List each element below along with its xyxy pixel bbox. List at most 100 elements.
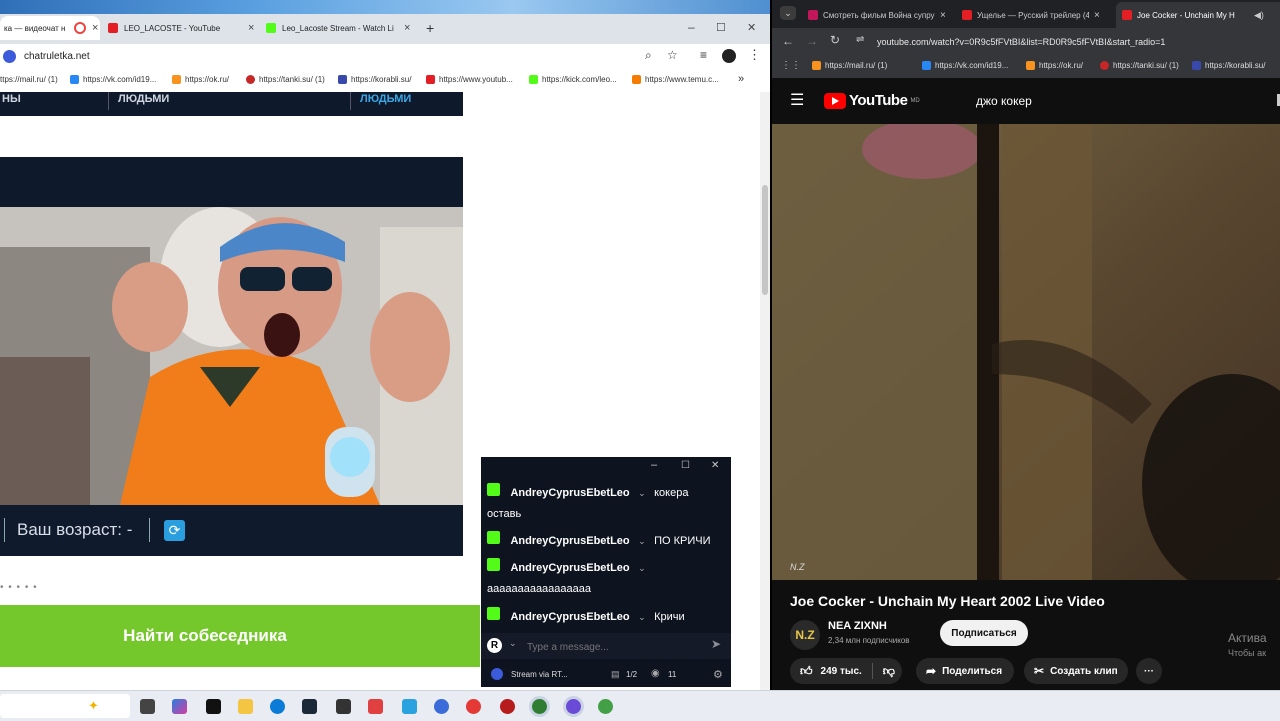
reload-icon[interactable]: ↻	[830, 33, 840, 47]
chat-message-input[interactable]	[525, 637, 699, 657]
app-icon[interactable]	[336, 699, 351, 714]
youtube-video-player[interactable]: N.Z	[772, 124, 1280, 580]
chevron-down-icon[interactable]: ⌄	[509, 638, 517, 649]
chat-text-continued: ааааааааааааааааа	[487, 583, 592, 595]
chevron-down-icon[interactable]: ⌄	[638, 488, 646, 498]
zoom-icon[interactable]: ⌕	[645, 48, 652, 63]
tab-search-icon[interactable]: ⌄	[780, 6, 796, 20]
share-button[interactable]: ➦ Поделиться	[916, 658, 1014, 684]
chevron-down-icon[interactable]: ⌄	[638, 563, 646, 573]
bookmark-item[interactable]: ttps://mail.ru/ (1)	[0, 75, 58, 84]
app-icon[interactable]	[466, 699, 481, 714]
steam-icon[interactable]	[302, 699, 317, 714]
chat-close-button[interactable]: ✕	[711, 460, 719, 471]
chat-app-icon[interactable]	[402, 699, 417, 714]
media-control-icon[interactable]: ≡	[700, 48, 707, 62]
refresh-icon[interactable]: ⟳	[164, 520, 185, 541]
taskbar-search-box[interactable]: ✦	[0, 694, 130, 718]
close-tab-icon[interactable]: ×	[248, 22, 254, 34]
bookmark-item[interactable]: https://vk.com/id19...	[70, 75, 156, 84]
tab-film[interactable]: Смотреть фильм Война супру ×	[808, 4, 950, 26]
chat-text: Кричи	[654, 611, 685, 623]
chat-minimize-button[interactable]: –	[651, 459, 657, 471]
more-bookmarks-icon[interactable]: »	[738, 73, 744, 85]
bookmark-item[interactable]: https://mail.ru/ (1)	[812, 61, 887, 70]
chrome-icon[interactable]	[532, 699, 547, 714]
left-scrollbar-thumb[interactable]	[762, 185, 768, 295]
terminal-icon[interactable]	[206, 699, 221, 714]
bookmark-star-icon[interactable]: ☆	[667, 48, 678, 62]
chevron-down-icon[interactable]: ⌄	[638, 536, 646, 546]
subscribe-button[interactable]: Подписаться	[940, 620, 1028, 646]
close-tab-icon[interactable]: ×	[940, 10, 946, 21]
close-tab-icon[interactable]: ×	[1094, 10, 1100, 21]
app-icon[interactable]	[434, 699, 449, 714]
tab-kick[interactable]: Leo_Lacoste Stream - Watch Li ×	[266, 16, 414, 40]
like-count[interactable]: 249 тыс.	[821, 666, 862, 677]
rt-avatar-icon[interactable]: R	[487, 638, 502, 653]
bookmark-item[interactable]: https://tanki.su/ (1)	[246, 75, 325, 84]
tab-youtube[interactable]: LEO_LACOSTE - YouTube ×	[108, 16, 258, 40]
hamburger-menu-icon[interactable]: ☰	[790, 90, 804, 110]
apps-grid-icon[interactable]: ⋮⋮	[781, 60, 801, 71]
copilot-icon[interactable]	[172, 699, 187, 714]
audio-playing-icon[interactable]: ◀)	[1254, 10, 1264, 21]
youtube-favicon-icon	[108, 23, 118, 33]
chat-text: кокера	[654, 487, 689, 499]
thumbs-down-icon[interactable]: 👎︎	[883, 664, 895, 679]
chevron-down-icon[interactable]: ⌄	[638, 612, 646, 622]
bookmark-item[interactable]: https://vk.com/id19...	[922, 61, 1008, 70]
new-tab-button[interactable]: +	[426, 20, 434, 36]
channel-avatar[interactable]: N.Z	[790, 620, 820, 650]
bookmark-item[interactable]: https://korabli.su/	[1192, 61, 1265, 70]
close-tab-icon[interactable]: ×	[404, 22, 410, 34]
chat-username[interactable]: AndreyCyprusEbetLeo	[510, 562, 629, 574]
forward-arrow-icon[interactable]: →	[806, 34, 818, 48]
close-tab-icon[interactable]: ×	[92, 22, 98, 34]
profile-avatar[interactable]	[722, 49, 736, 63]
nav-fragment[interactable]: ЛЮДЬМИ	[360, 93, 411, 105]
bookmark-item[interactable]: https://www.youtub...	[426, 75, 513, 84]
tab-joe-cocker[interactable]: Joe Cocker - Unchain My H ◀)	[1116, 2, 1280, 28]
bookmark-item[interactable]: https://kick.com/leo...	[529, 75, 617, 84]
tab-chatruletka[interactable]: ка — видеочат н ×	[0, 16, 100, 40]
bookmark-item[interactable]: https://ok.ru/	[172, 75, 229, 84]
maximize-button[interactable]: ☐	[716, 21, 726, 34]
bookmark-item[interactable]: https://www.temu.c...	[632, 75, 719, 84]
age-label[interactable]: Ваш возраст: -	[17, 520, 132, 540]
find-partner-button[interactable]: Найти собеседника	[0, 605, 480, 667]
app-icon[interactable]	[368, 699, 383, 714]
address-bar[interactable]: youtube.com/watch?v=0R9c5fFVtBI&list=RD0…	[877, 37, 1277, 47]
back-arrow-icon[interactable]: ←	[782, 34, 794, 48]
chat-username[interactable]: AndreyCyprusEbetLeo	[510, 487, 629, 499]
more-actions-button[interactable]: ···	[1136, 658, 1162, 684]
bookmark-item[interactable]: https://korabli.su/	[338, 75, 411, 84]
chat-username[interactable]: AndreyCyprusEbetLeo	[510, 535, 629, 547]
create-clip-button[interactable]: ✂ Создать клип	[1024, 658, 1128, 684]
task-view-icon[interactable]	[140, 699, 155, 714]
send-icon[interactable]: ➤	[711, 637, 721, 651]
youtube-logo[interactable]: YouTube MD	[824, 92, 920, 109]
youtube-search-input[interactable]: джо кокер	[976, 94, 1032, 108]
menu-icon[interactable]: ⋮	[748, 47, 761, 63]
address-bar[interactable]: chatruletka.net	[24, 51, 90, 62]
app-icon[interactable]	[566, 699, 581, 714]
tab-trailer[interactable]: Ущелье — Русский трейлер (4 ×	[962, 4, 1104, 26]
channel-name[interactable]: NEA ZIXNH	[828, 620, 887, 632]
recorder-icon[interactable]	[500, 699, 515, 714]
bookmark-item[interactable]: https://ok.ru/	[1026, 61, 1083, 70]
file-explorer-icon[interactable]	[238, 699, 253, 714]
chrome-icon[interactable]	[598, 699, 613, 714]
settings-gear-icon[interactable]: ⚙	[713, 668, 723, 681]
chat-maximize-button[interactable]: ☐	[681, 460, 690, 471]
site-info-icon[interactable]	[3, 50, 16, 63]
minimize-button[interactable]: –	[688, 20, 695, 34]
chat-username[interactable]: AndreyCyprusEbetLeo	[510, 611, 629, 623]
close-window-button[interactable]: ✕	[747, 21, 756, 34]
thumbs-up-icon[interactable]: 👍︎	[800, 664, 813, 679]
bookmark-label: https://korabli.su/	[1205, 61, 1266, 70]
left-scrollbar[interactable]	[760, 92, 770, 690]
edge-icon[interactable]	[270, 699, 285, 714]
site-settings-icon[interactable]: ⇌	[856, 34, 864, 45]
bookmark-item[interactable]: https://tanki.su/ (1)	[1100, 61, 1179, 70]
